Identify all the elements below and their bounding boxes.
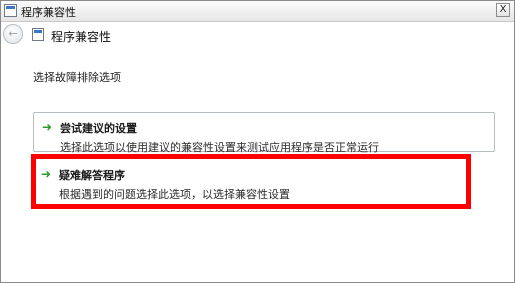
app-icon xyxy=(4,4,17,17)
option-description: 选择此选项以使用建议的兼容性设置来测试应用程序是否正常运行 xyxy=(60,141,379,154)
option-title: 尝试建议的设置 xyxy=(60,122,137,135)
nav-title: 程序兼容性 xyxy=(51,30,112,44)
program-compatibility-icon xyxy=(32,28,44,41)
green-arrow-icon: ➜ xyxy=(42,120,53,134)
red-highlight-box xyxy=(31,154,471,209)
back-button[interactable]: ← xyxy=(3,24,23,44)
option-try-recommended-settings[interactable]: ➜ 尝试建议的设置 选择此选项以使用建议的兼容性设置来测试应用程序是否正常运行 xyxy=(33,112,495,154)
navigation-bar: ← 程序兼容性 xyxy=(1,22,514,50)
troubleshoot-prompt: 选择故障排除选项 xyxy=(33,71,121,84)
title-bar: 程序兼容性 X xyxy=(1,1,514,22)
window-title: 程序兼容性 xyxy=(21,6,76,19)
close-button[interactable]: X xyxy=(496,3,510,17)
compatibility-window: 程序兼容性 X ← 程序兼容性 选择故障排除选项 ➜ 尝试建议的设置 选择此选项… xyxy=(0,0,515,283)
